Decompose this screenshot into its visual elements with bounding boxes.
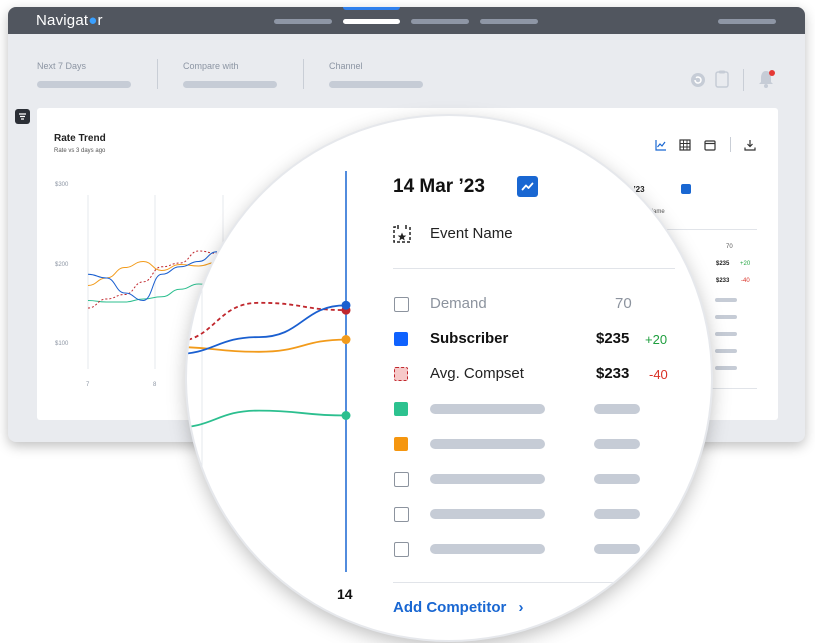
compset-change: -40 xyxy=(649,367,668,382)
competitor-checkbox[interactable] xyxy=(394,472,409,487)
competitor-name-placeholder xyxy=(430,544,545,554)
compset-label: Avg. Compset xyxy=(430,365,524,382)
divider xyxy=(393,268,675,269)
series-end-point[interactable] xyxy=(341,335,351,345)
x-axis-day-label: 14 xyxy=(337,586,353,602)
download-icon[interactable] xyxy=(744,139,756,151)
small-placeholder-bar xyxy=(715,298,737,302)
competitor-rate-placeholder xyxy=(594,439,640,449)
logo-text-right: r xyxy=(97,12,103,29)
small-subscriber-value: $235 xyxy=(716,261,730,267)
series-end-point[interactable] xyxy=(341,411,351,420)
series-end-point[interactable] xyxy=(341,300,351,310)
nav-item-4[interactable] xyxy=(480,19,538,24)
series-line xyxy=(187,301,347,341)
compare-select[interactable] xyxy=(183,81,277,88)
competitor-name-placeholder xyxy=(430,474,545,484)
series-line xyxy=(187,409,347,428)
subscriber-checkbox[interactable] xyxy=(394,332,408,346)
competitor-name-placeholder xyxy=(430,509,545,519)
filter-label-compare: Compare with xyxy=(183,61,239,71)
divider xyxy=(393,582,675,583)
nav-item-1[interactable] xyxy=(274,19,332,24)
filter-label-channel: Channel xyxy=(329,61,363,71)
competitor-checkbox[interactable] xyxy=(394,437,408,451)
series-line xyxy=(187,304,347,355)
app-logo[interactable]: Navigat●r xyxy=(36,12,103,29)
date-range-select[interactable] xyxy=(37,81,131,88)
demand-label: Demand xyxy=(430,295,487,312)
competitor-checkbox[interactable] xyxy=(394,507,409,522)
chevron-right-icon: › xyxy=(518,599,524,616)
compset-checkbox[interactable] xyxy=(394,367,408,381)
channel-select[interactable] xyxy=(329,81,423,88)
top-navigation-bar: Navigat●r xyxy=(8,7,805,34)
subscriber-change: +20 xyxy=(645,332,668,347)
competitor-checkbox[interactable] xyxy=(394,402,408,416)
competitor-name-placeholder xyxy=(430,439,545,449)
small-demand-value: 70 xyxy=(726,244,733,250)
trend-badge[interactable] xyxy=(517,176,538,197)
divider xyxy=(303,59,304,89)
small-placeholder-bar xyxy=(715,315,737,319)
event-calendar-star-icon xyxy=(393,225,411,243)
demand-value: 70 xyxy=(615,295,632,312)
filter-label-date-range: Next 7 Days xyxy=(37,61,87,71)
competitor-name-placeholder xyxy=(430,404,545,414)
active-nav-indicator xyxy=(343,7,400,10)
subscriber-label: Subscriber xyxy=(430,330,509,347)
nav-item-3[interactable] xyxy=(411,19,469,24)
logo-pin-icon: ● xyxy=(88,12,98,29)
notification-bell-icon[interactable] xyxy=(757,69,775,89)
divider xyxy=(157,59,158,89)
clipboard-icon[interactable] xyxy=(715,70,729,88)
tooltip-date: 14 Mar ’23 xyxy=(393,176,485,197)
competitor-rate-placeholder xyxy=(594,509,640,519)
small-subscriber-change: +20 xyxy=(740,261,751,267)
user-menu[interactable] xyxy=(718,19,776,24)
filter-menu-button[interactable] xyxy=(15,109,30,124)
add-competitor-label: Add Competitor xyxy=(393,599,507,616)
trend-icon xyxy=(521,182,534,191)
competitor-rate-placeholder xyxy=(594,404,640,414)
competitor-rate-placeholder xyxy=(594,544,640,554)
subscriber-rate: $235 xyxy=(596,330,630,347)
demand-checkbox[interactable] xyxy=(394,297,409,312)
competitor-rate-placeholder xyxy=(594,474,640,484)
small-compset-value: $233 xyxy=(716,278,730,284)
divider xyxy=(743,69,744,91)
competitor-checkbox[interactable] xyxy=(394,542,409,557)
series-line xyxy=(187,338,347,353)
small-placeholder-bar xyxy=(715,332,737,336)
small-placeholder-bar xyxy=(715,349,737,353)
event-name-label: Event Name xyxy=(430,225,513,242)
magnifier-lens: 14 14 Mar ’23 Event Name Demand 70 Subsc… xyxy=(187,116,711,640)
compset-rate: $233 xyxy=(596,365,630,382)
refresh-icon[interactable] xyxy=(690,72,706,88)
filter-lines-icon xyxy=(19,113,26,120)
small-compset-change: -40 xyxy=(741,278,750,284)
add-competitor-link[interactable]: Add Competitor › xyxy=(393,599,524,616)
divider xyxy=(730,137,731,152)
small-placeholder-bar xyxy=(715,366,737,370)
logo-text-left: Navigat xyxy=(36,12,89,29)
nav-item-2-active[interactable] xyxy=(343,19,400,24)
